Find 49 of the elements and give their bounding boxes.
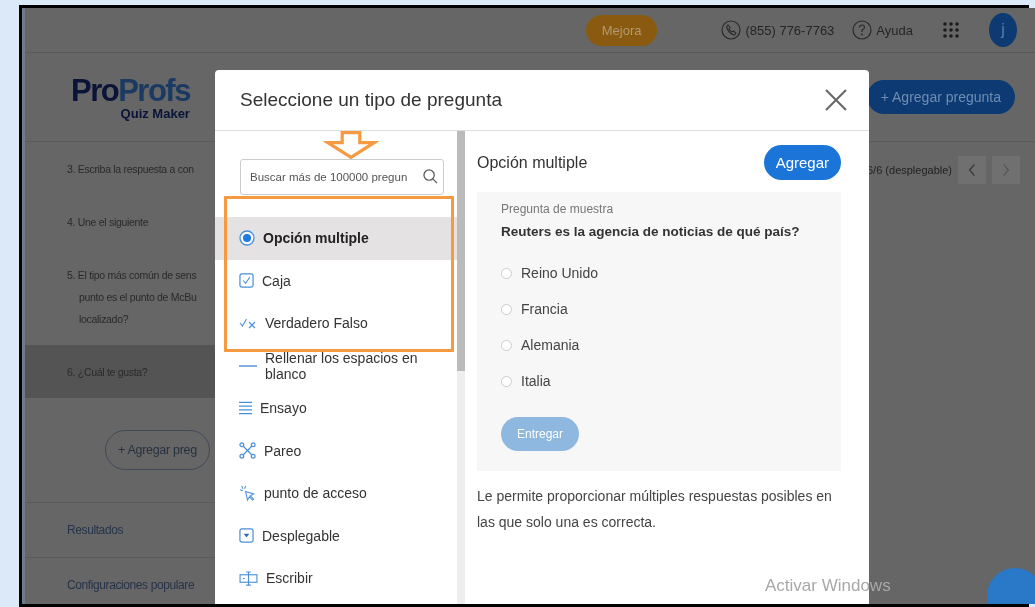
add-question-button[interactable]: + Agregar pregunta (866, 80, 1015, 114)
radio-button[interactable] (501, 303, 512, 315)
apps-grid-icon[interactable] (943, 22, 959, 38)
next-button[interactable] (992, 156, 1020, 184)
help-link[interactable]: Ayuda (876, 22, 913, 38)
search-field[interactable]: Buscar más de 100000 pregun (240, 159, 444, 195)
dropdown-icon (239, 528, 254, 544)
search-icon (423, 169, 438, 184)
text-cursor-icon (239, 570, 258, 586)
pointer-click-icon (239, 484, 256, 502)
user-avatar[interactable]: j (989, 13, 1017, 47)
radio-icon (239, 230, 255, 247)
checkbox-icon (239, 273, 254, 289)
question-type-item[interactable]: Verdadero Falso (215, 302, 457, 345)
option-label: Italia (521, 373, 551, 389)
phone-icon (721, 20, 742, 40)
scrollbar[interactable] (457, 131, 465, 604)
question-type-item[interactable]: Desplegable (215, 514, 457, 557)
chevron-left-icon (968, 163, 976, 177)
option-label: Alemania (521, 337, 580, 353)
question-type-item[interactable]: Rellenar los espacios en blanco (215, 344, 457, 387)
text-lines-icon (239, 401, 252, 416)
question-type-item[interactable]: punto de acceso (215, 472, 457, 515)
option-label: Francia (521, 301, 568, 317)
question-type-item[interactable]: Ensayo (215, 387, 457, 430)
radio-button[interactable] (501, 375, 512, 387)
check-cross-icon (239, 317, 257, 330)
dash-icon (239, 363, 257, 368)
description-text: Le permite proporcionar múltiples respuestas posibles en las que solo una es correcta. (477, 487, 833, 532)
previous-button[interactable] (958, 156, 986, 184)
close-icon[interactable] (825, 89, 847, 111)
option-label: Reino Unido (521, 265, 599, 281)
preview-title: Opción multiple (477, 153, 588, 172)
logo: ProProfs Quiz Maker (71, 75, 190, 121)
sample-label: Pregunta de muestra (501, 202, 615, 216)
annotation-arrow (323, 131, 379, 159)
dialog-title: Seleccione un tipo de pregunta (240, 89, 502, 111)
question-type-item[interactable]: Escribir (215, 557, 457, 600)
radio-button[interactable] (501, 267, 512, 279)
radio-button[interactable] (501, 339, 512, 351)
add-button[interactable]: Agregar (763, 145, 841, 180)
phone-number[interactable]: (855) 776-7763 (745, 22, 835, 38)
help-icon (852, 20, 873, 40)
question-type-item[interactable]: Caja (215, 259, 457, 302)
sample-question: Reuters es la agencia de noticias de qué país? (501, 224, 801, 239)
question-type-item[interactable]: Opción multiple (215, 217, 457, 260)
question-type-item[interactable]: Pareo (215, 429, 457, 472)
connectors-icon (239, 442, 256, 460)
chevron-right-icon (1002, 163, 1010, 177)
